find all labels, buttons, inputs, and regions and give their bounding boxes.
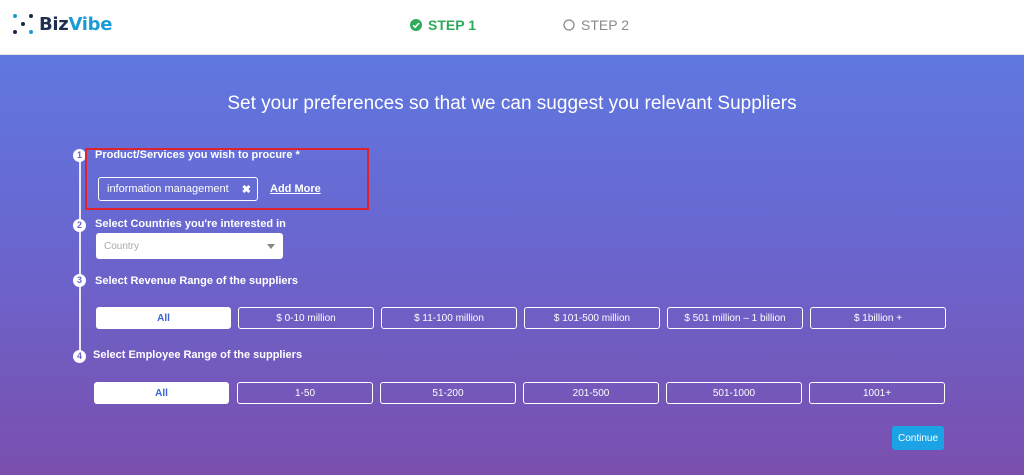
question-2-label: Select Countries you're interested in: [95, 218, 286, 230]
chevron-down-icon: [267, 243, 275, 249]
question-4-label: Select Employee Range of the suppliers: [93, 349, 303, 361]
revenue-option-0-10m[interactable]: $ 0-10 million: [238, 307, 374, 329]
country-select[interactable]: Country: [96, 233, 283, 259]
step-1-indicator: STEP 1: [410, 17, 476, 33]
employee-option-1001-plus[interactable]: 1001+: [809, 382, 945, 404]
add-more-link[interactable]: Add More: [270, 183, 321, 195]
employee-option-501-1000[interactable]: 501-1000: [666, 382, 802, 404]
question-4-number: 4: [73, 350, 86, 363]
bizvibe-logo[interactable]: BizVibe: [12, 13, 112, 35]
revenue-option-1b-plus[interactable]: $ 1billion +: [810, 307, 946, 329]
revenue-option-501m-1b[interactable]: $ 501 million – 1 billion: [667, 307, 803, 329]
question-3-label: Select Revenue Range of the suppliers: [95, 275, 298, 287]
close-icon[interactable]: ✖: [242, 183, 251, 196]
revenue-option-11-100m[interactable]: $ 11-100 million: [381, 307, 517, 329]
employee-option-all[interactable]: All: [94, 382, 229, 404]
question-3-number: 3: [73, 274, 86, 287]
logo-text: BizVibe: [39, 13, 113, 35]
employee-option-51-200[interactable]: 51-200: [380, 382, 516, 404]
preferences-panel: Set your preferences so that we can sugg…: [0, 55, 1024, 475]
step-1-label: STEP 1: [428, 17, 476, 33]
revenue-option-all[interactable]: All: [96, 307, 231, 329]
check-circle-icon: [410, 19, 422, 31]
revenue-option-101-500m[interactable]: $ 101-500 million: [524, 307, 660, 329]
employee-option-201-500[interactable]: 201-500: [523, 382, 659, 404]
steps-timeline-line: [79, 155, 81, 355]
continue-button[interactable]: Continue: [892, 426, 944, 450]
empty-circle-icon: [563, 19, 575, 31]
product-tag[interactable]: information management ✖: [98, 177, 258, 201]
employee-option-1-50[interactable]: 1-50: [237, 382, 373, 404]
logo-dots-icon: [12, 13, 34, 35]
country-select-placeholder: Country: [104, 240, 140, 252]
step-2-label: STEP 2: [581, 17, 629, 33]
top-bar: BizVibe STEP 1 STEP 2: [0, 0, 1024, 55]
product-tag-label: information management: [107, 183, 229, 195]
step-2-indicator: STEP 2: [563, 17, 629, 33]
page-headline: Set your preferences so that we can sugg…: [227, 93, 797, 114]
question-2-number: 2: [73, 219, 86, 232]
